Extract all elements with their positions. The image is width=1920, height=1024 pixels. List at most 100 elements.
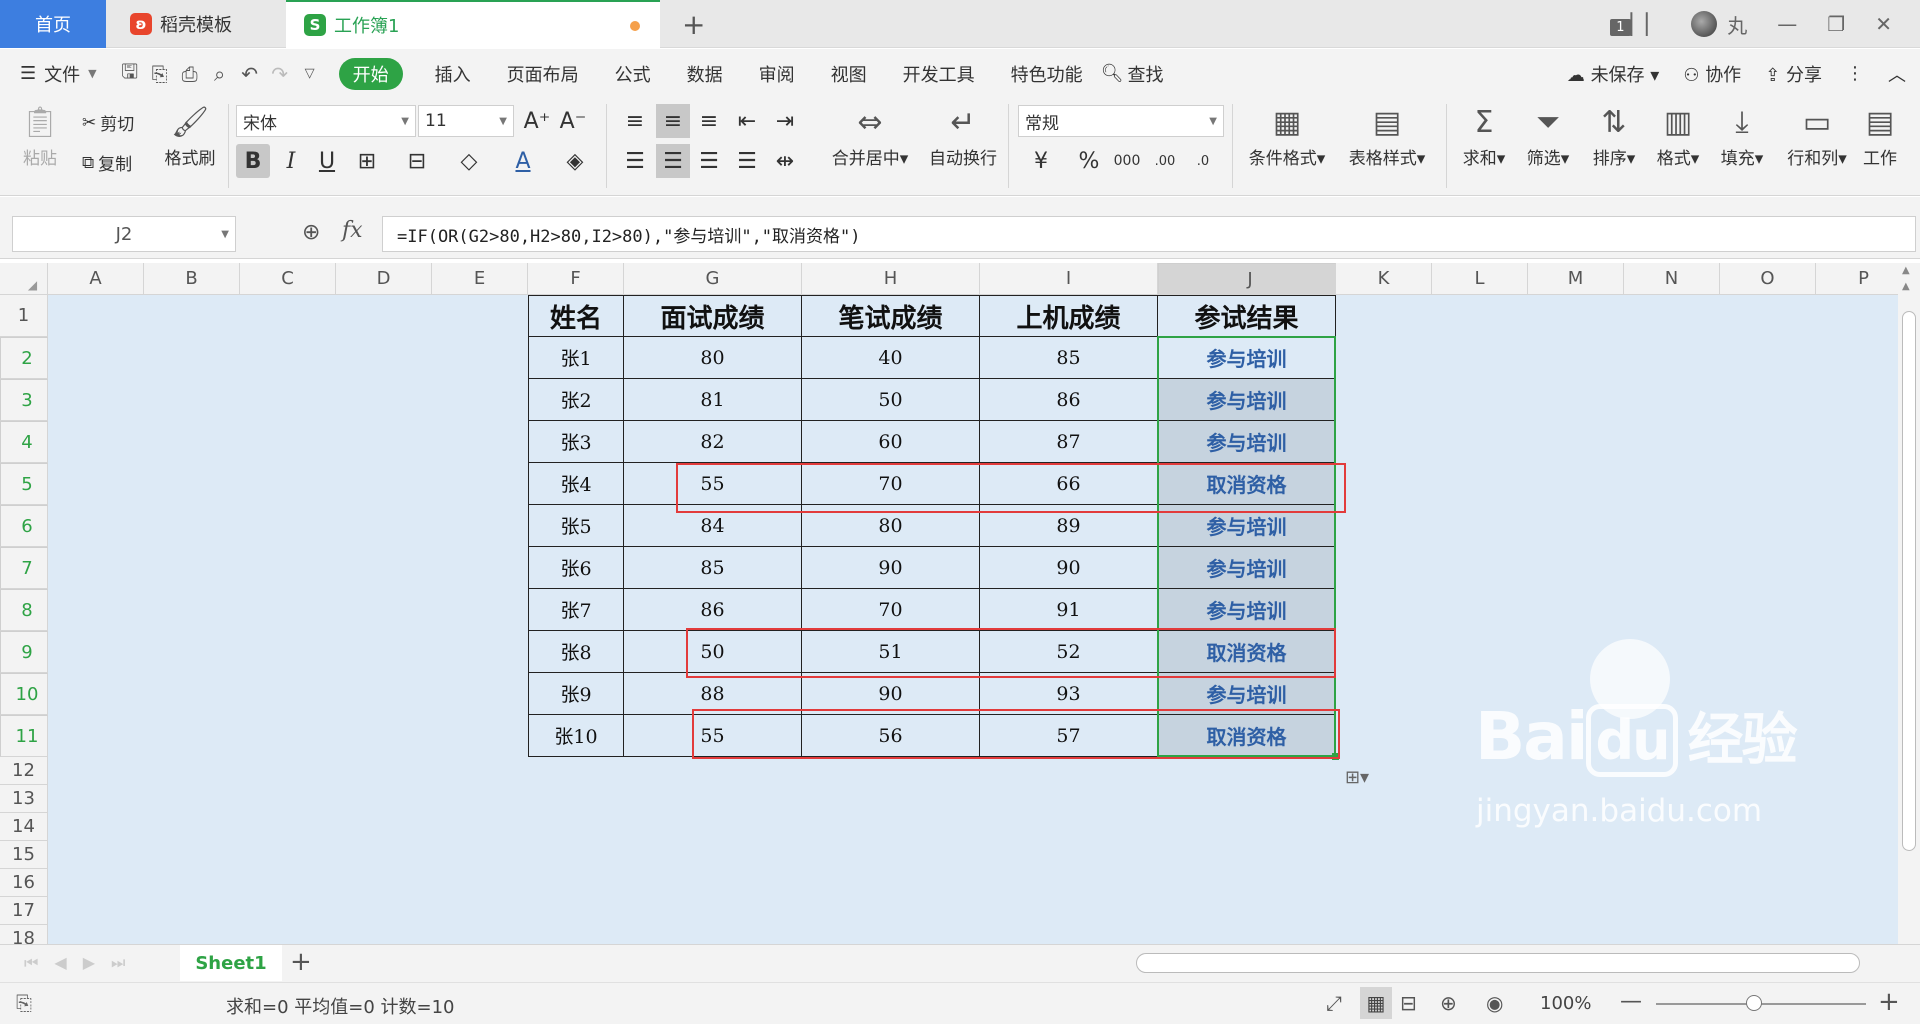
increase-decimal-icon[interactable]: .00 <box>1148 144 1182 178</box>
print-icon[interactable]: ⎙ <box>175 62 205 86</box>
search-menu[interactable]: 🔍︎ 查找 <box>1101 61 1164 87</box>
column-header-i[interactable]: I <box>980 263 1158 295</box>
zoom-slider-thumb[interactable] <box>1746 995 1762 1011</box>
column-header-g[interactable]: G <box>624 263 802 295</box>
scroll-up-icon[interactable]: ▲ <box>1902 265 1910 276</box>
horizontal-scrollbar[interactable] <box>1136 953 1860 973</box>
row-header-16[interactable]: 16 <box>0 869 48 897</box>
menu-formula[interactable]: 公式 <box>597 61 669 87</box>
increase-indent-icon[interactable]: ⇥ <box>768 104 802 138</box>
thousands-icon[interactable]: 000 <box>1110 144 1144 178</box>
italic-icon[interactable]: I <box>274 144 308 178</box>
row-header-8[interactable]: 8 <box>0 589 48 631</box>
merge-center-button[interactable]: ⇔ 合并居中▾ <box>820 102 920 169</box>
font-family-select[interactable]: 宋体 ▼ <box>236 105 416 137</box>
conditional-format-button[interactable]: ▦ 条件格式▾ <box>1240 102 1334 169</box>
justify-icon[interactable]: ☰ <box>730 144 764 178</box>
align-left-icon[interactable]: ☰ <box>618 144 652 178</box>
sort-button[interactable]: ⇅ 排序▾ <box>1586 102 1642 169</box>
fill-button[interactable]: ⤓ 填充▾ <box>1714 102 1770 169</box>
distributed-icon[interactable]: ⇹ <box>768 144 802 178</box>
column-header-l[interactable]: L <box>1432 263 1528 295</box>
table-header-cell[interactable]: 笔试成绩 <box>802 295 980 337</box>
redo-icon[interactable]: ↷ <box>265 62 295 86</box>
column-header-k[interactable]: K <box>1336 263 1432 295</box>
align-right-icon[interactable]: ☰ <box>692 144 726 178</box>
font-size-select[interactable]: 11 ▼ <box>418 105 514 137</box>
row-header-5[interactable]: 5 <box>0 463 48 505</box>
column-header-d[interactable]: D <box>336 263 432 295</box>
table-cell[interactable]: 90 <box>980 547 1158 589</box>
decrease-decimal-icon[interactable]: .0 <box>1186 144 1220 178</box>
save-icon[interactable]: 🖫 <box>115 57 145 91</box>
column-header-j[interactable]: J <box>1158 263 1336 295</box>
sheet-nav-icons[interactable]: ⏮◀▶⏭ <box>24 953 141 973</box>
add-sheet-icon[interactable]: + <box>290 947 312 977</box>
row-header-11[interactable]: 11 <box>0 715 48 757</box>
table-cell[interactable]: 80 <box>624 337 802 379</box>
paste-options-icon[interactable]: ⊞▾ <box>1336 763 1378 791</box>
row-header-7[interactable]: 7 <box>0 547 48 589</box>
fx-icon[interactable]: fx <box>342 218 363 243</box>
cut-button[interactable]: ✂ 剪切 <box>82 110 134 136</box>
undo-icon[interactable]: ↶ <box>235 62 265 86</box>
wrap-text-button[interactable]: ↵ 自动换行 <box>924 102 1002 169</box>
fullscreen-icon[interactable]: ⤢ <box>1326 991 1342 1015</box>
table-cell[interactable]: 70 <box>802 589 980 631</box>
align-bottom-icon[interactable]: ≡ <box>692 104 726 138</box>
format-painter-button[interactable]: 🖌︎ 格式刷 <box>160 102 220 169</box>
user-menu[interactable]: 丸 <box>1691 10 1747 39</box>
table-header-cell[interactable]: 参试结果 <box>1158 295 1336 337</box>
format-button[interactable]: ▥ 格式▾ <box>1650 102 1706 169</box>
decrease-indent-icon[interactable]: ⇤ <box>730 104 764 138</box>
column-header-m[interactable]: M <box>1528 263 1624 295</box>
table-cell[interactable]: 张9 <box>528 673 624 715</box>
table-cell[interactable]: 85 <box>980 337 1158 379</box>
customize-icon[interactable]: ▽ <box>295 66 325 81</box>
vertical-scrollbar[interactable]: ▲ ▲ <box>1898 263 1920 944</box>
number-format-select[interactable]: 常规 ▼ <box>1018 105 1224 137</box>
cell-style-icon[interactable]: ⊟ <box>400 144 434 178</box>
export-icon[interactable]: ⎘ <box>145 62 175 86</box>
table-cell[interactable]: 81 <box>624 379 802 421</box>
table-cell[interactable]: 90 <box>802 547 980 589</box>
row-header-9[interactable]: 9 <box>0 631 48 673</box>
window-count-badge[interactable]: 1 ▏▏ <box>1610 12 1661 36</box>
select-all-corner[interactable]: ◢ <box>0 263 48 295</box>
row-header-15[interactable]: 15 <box>0 841 48 869</box>
page-break-view-icon[interactable]: ⊟ <box>1400 991 1417 1015</box>
zoom-level[interactable]: 100% <box>1540 993 1591 1014</box>
fill-color-icon[interactable]: ◇ <box>452 144 486 178</box>
tab-home[interactable]: 首页 <box>0 0 106 48</box>
column-header-b[interactable]: B <box>144 263 240 295</box>
row-header-3[interactable]: 3 <box>0 379 48 421</box>
table-cell[interactable]: 87 <box>980 421 1158 463</box>
bold-icon[interactable]: B <box>236 144 270 178</box>
column-header-f[interactable]: F <box>528 263 624 295</box>
column-header-a[interactable]: A <box>48 263 144 295</box>
zoom-out-icon[interactable]: — <box>1620 989 1642 1014</box>
row-header-13[interactable]: 13 <box>0 785 48 813</box>
border-icon[interactable]: ⊞ <box>350 144 384 178</box>
menu-start[interactable]: 开始 <box>338 57 403 90</box>
menu-developer[interactable]: 开发工具 <box>885 61 993 87</box>
table-cell[interactable]: 张2 <box>528 379 624 421</box>
new-tab-plus-icon[interactable]: + <box>682 8 705 41</box>
more-icon[interactable]: ⋮ <box>1846 63 1864 84</box>
decrease-font-icon[interactable]: A⁻ <box>556 104 590 138</box>
result-cell[interactable]: 参与培训 <box>1158 421 1336 463</box>
table-cell[interactable]: 张10 <box>528 715 624 757</box>
print-preview-icon[interactable]: ⌕ <box>205 62 235 86</box>
menu-special[interactable]: 特色功能 <box>993 61 1101 87</box>
macro-record-icon[interactable]: ⎘ <box>16 991 32 1015</box>
copy-button[interactable]: ⧉ 复制 <box>82 150 132 176</box>
result-cell[interactable]: 参与培训 <box>1158 337 1336 379</box>
restore-icon[interactable]: ❐ <box>1827 12 1845 36</box>
menu-data[interactable]: 数据 <box>669 61 741 87</box>
scroll-up-fast-icon[interactable]: ▲ <box>1902 281 1910 292</box>
table-cell[interactable]: 张3 <box>528 421 624 463</box>
tab-template[interactable]: ʚ 稻壳模板 <box>112 0 282 48</box>
table-cell[interactable]: 40 <box>802 337 980 379</box>
column-header-e[interactable]: E <box>432 263 528 295</box>
column-header-c[interactable]: C <box>240 263 336 295</box>
